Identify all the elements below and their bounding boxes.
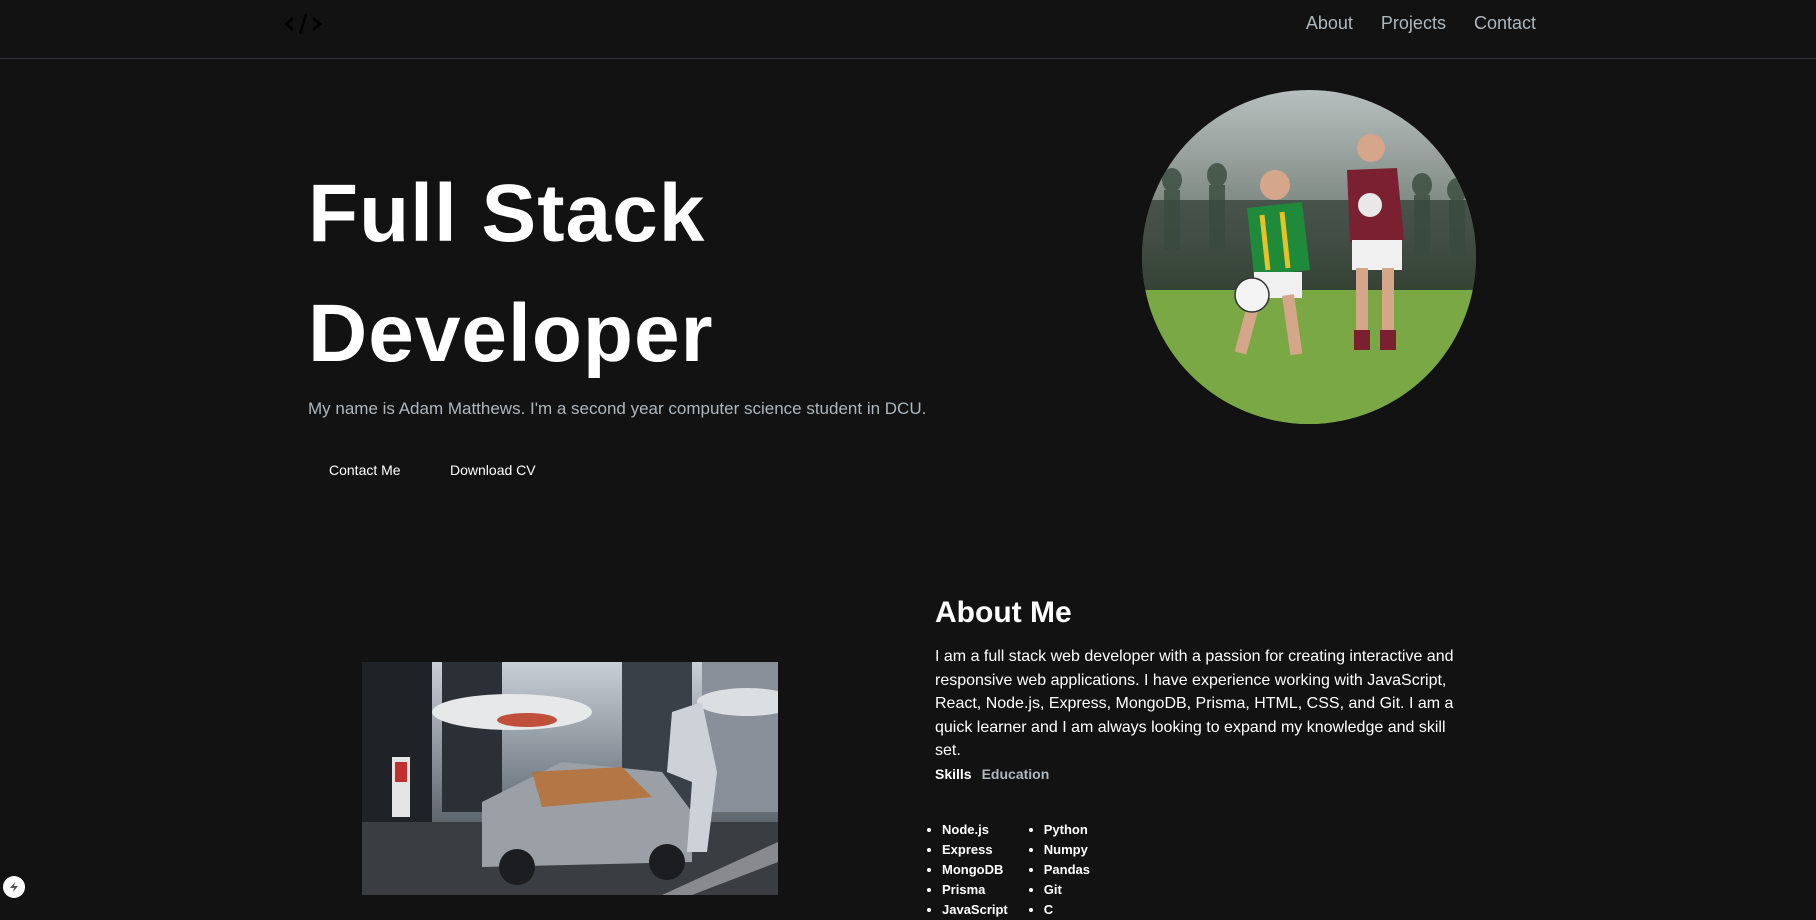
list-item: C [1044,900,1090,920]
about-text: I am a full stack web developer with a p… [935,648,1454,759]
skills-list: Node.js Express MongoDB Prisma JavaScrip… [942,820,1090,920]
hero-title-line-1: Full Stack [308,168,706,259]
download-cv-button[interactable]: Download CV [430,457,556,483]
contact-me-button[interactable]: Contact Me [309,457,421,483]
tab-education[interactable]: Education [982,765,1050,783]
lightning-icon[interactable] [3,876,25,898]
hero-title-line-2: Developer [308,288,714,379]
list-item: Express [942,840,1008,860]
list-item: Python [1044,820,1090,840]
skills-column-2: Python Numpy Pandas Git C [1044,820,1090,920]
list-item: Node.js [942,820,1008,840]
list-item: Pandas [1044,860,1090,880]
hero-subtitle: My name is Adam Matthews. I'm a second y… [308,399,927,418]
nav-link-contact[interactable]: Contact [1474,12,1536,34]
tab-skills[interactable]: Skills [935,765,972,783]
nav-link-projects[interactable]: Projects [1381,12,1446,34]
list-item: JavaScript [942,900,1008,920]
list-item: Prisma [942,880,1008,900]
profile-photo [1142,90,1476,424]
about-tabs: Skills Education [935,765,1049,783]
nav-links: About Projects Contact [1306,12,1536,34]
hero-title: Full Stack Developer [308,154,868,394]
skills-column-1: Node.js Express MongoDB Prisma JavaScrip… [942,820,1008,920]
about-illustration [362,662,778,895]
list-item: Git [1044,880,1090,900]
code-icon[interactable] [283,9,323,39]
about-title: About Me [935,596,1072,629]
list-item: MongoDB [942,860,1008,880]
nav-link-about[interactable]: About [1306,12,1353,34]
navbar: About Projects Contact [0,0,1816,59]
list-item: Numpy [1044,840,1090,860]
